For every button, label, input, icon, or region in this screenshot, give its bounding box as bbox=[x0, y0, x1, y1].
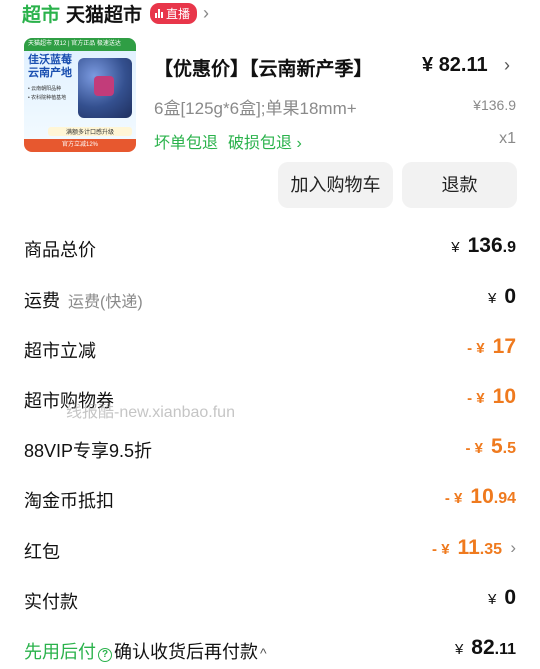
summary-row-vip: 88VIP专享9.5折 - ¥5.5 bbox=[24, 435, 516, 465]
bnpl-title: 先用后付 bbox=[24, 642, 96, 662]
store-logo: 超市 bbox=[22, 4, 61, 26]
store-header[interactable]: 超市 天猫超市 直播 › bbox=[22, 0, 209, 26]
live-badge[interactable]: 直播 bbox=[150, 2, 198, 24]
product-image[interactable]: 天猫超市 双12 | 官方正品 极速送达 佳沃蓝莓 云南产地 • 云南朝阳品种 … bbox=[24, 38, 136, 152]
image-footer: 官方立减12% bbox=[24, 139, 136, 152]
brand-label-icon bbox=[94, 76, 114, 96]
summary-label: 红包 bbox=[24, 542, 60, 562]
bnpl-row[interactable]: 先用后付? 确认收货后再付款 ^ ¥82.11 bbox=[24, 636, 516, 666]
chevron-right-icon[interactable]: › bbox=[203, 3, 209, 24]
summary-value: - ¥10 bbox=[467, 385, 516, 408]
summary-row-paid: 实付款 ¥0 bbox=[24, 586, 516, 616]
add-to-cart-button[interactable]: 加入购物车 bbox=[278, 162, 393, 208]
store-name[interactable]: 天猫超市 bbox=[66, 0, 142, 27]
summary-row-supermarket-discount: 超市立减 - ¥17 bbox=[24, 335, 516, 365]
summary-value: - ¥10.94 bbox=[444, 485, 516, 508]
summary-row-taojinbi: 淘金币抵扣 - ¥10.94 bbox=[24, 485, 516, 515]
product-title[interactable]: 【优惠价】【云南新产季】 bbox=[154, 54, 373, 81]
bnpl-text: 确认收货后再付款 bbox=[114, 642, 258, 662]
image-caption: 满额多计口感升级 bbox=[48, 127, 132, 136]
summary-label: 商品总价 bbox=[24, 240, 96, 260]
product-spec: 6盒[125g*6盒];单果18mm+ bbox=[154, 99, 357, 118]
original-price: ¥136.9 bbox=[473, 97, 516, 113]
summary-row-shipping: 运费 运费(快递) ¥0 bbox=[24, 285, 516, 315]
summary-value: - ¥11.35 bbox=[432, 536, 502, 559]
live-bars-icon bbox=[155, 8, 164, 18]
summary-value: ¥136.9 bbox=[451, 234, 516, 257]
summary-label: 运费 运费(快递) bbox=[24, 291, 143, 311]
bnpl-label[interactable]: 先用后付? 确认收货后再付款 ^ bbox=[24, 638, 267, 664]
summary-value: ¥0 bbox=[487, 586, 516, 609]
summary-label: 超市立减 bbox=[24, 341, 96, 361]
image-title: 佳沃蓝莓 云南产地 bbox=[28, 54, 72, 79]
bnpl-amount: ¥82.11 bbox=[454, 636, 516, 659]
service-tag: 坏单包退 bbox=[154, 135, 219, 152]
summary-value: - ¥17 bbox=[467, 335, 516, 358]
image-tags: • 云南朝阳品种 • 农科院种植基地 bbox=[28, 86, 67, 101]
service-tag[interactable]: 破损包退 › bbox=[228, 129, 302, 153]
summary-label: 88VIP专享9.5折 bbox=[24, 441, 153, 461]
summary-value: - ¥5.5 bbox=[465, 435, 516, 458]
chevron-up-icon[interactable]: ^ bbox=[260, 645, 267, 661]
chevron-right-icon[interactable]: › bbox=[504, 55, 510, 76]
summary-row-red-packet[interactable]: 红包 - ¥11.35 › bbox=[24, 536, 516, 566]
quantity: x1 bbox=[499, 130, 516, 147]
summary-label: 实付款 bbox=[24, 592, 78, 612]
refund-button[interactable]: 退款 bbox=[402, 162, 517, 208]
summary-value: ¥0 bbox=[487, 285, 516, 308]
summary-row-total: 商品总价 ¥136.9 bbox=[24, 234, 516, 264]
product-price: ¥ 82.11 bbox=[422, 54, 488, 76]
live-badge-label: 直播 bbox=[166, 6, 191, 21]
summary-label: 淘金币抵扣 bbox=[24, 491, 114, 511]
info-icon[interactable]: ? bbox=[98, 648, 112, 662]
shipping-method: 运费(快递) bbox=[68, 294, 143, 311]
image-topbar: 天猫超市 双12 | 官方正品 极速送达 bbox=[24, 38, 136, 51]
service-tags[interactable]: 坏单包退 破损包退 › bbox=[154, 129, 302, 153]
chevron-right-icon[interactable]: › bbox=[510, 538, 516, 558]
watermark: 线报酷-new.xianbao.fun bbox=[66, 404, 235, 421]
